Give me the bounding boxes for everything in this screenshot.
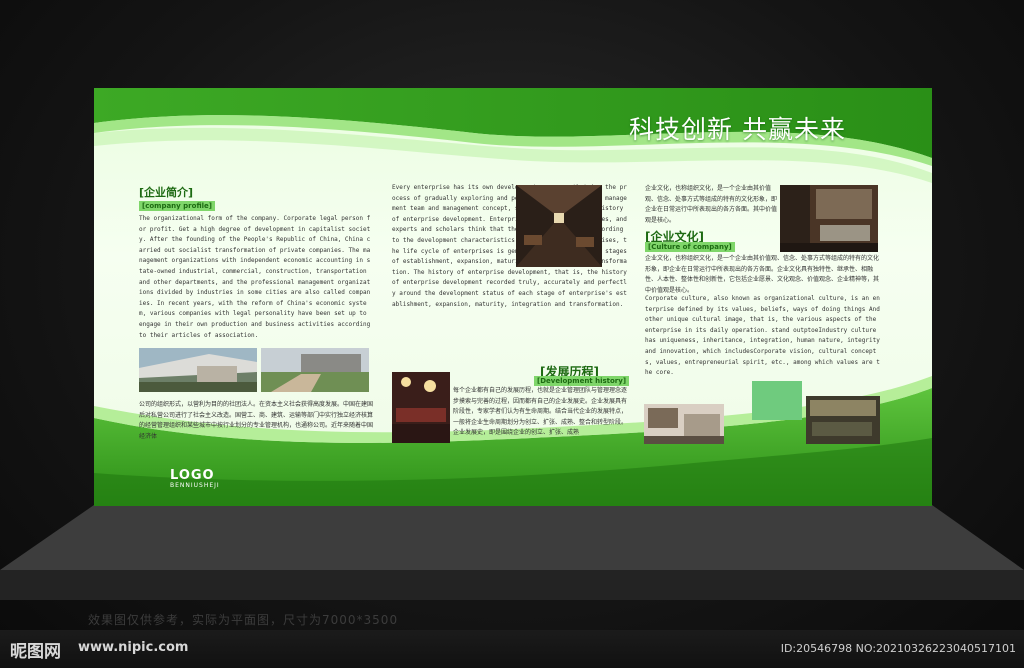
history-chinese-text: 每个企业都有自己的发展历程，也就是企业管理团队与管理理念逐步摸索与完善的过程，因… [453, 387, 628, 437]
profile-english-text: The organizational form of the company. … [139, 215, 374, 339]
logo-sub-text: BENNIUSHEJI [170, 482, 220, 489]
green-placeholder-block [752, 381, 802, 420]
building-photo-1 [139, 348, 257, 392]
profile-chinese-text: 公司的组织形式，以营利为目的的社团法人。在资本主义社会获得高度发展。中国在建国后… [139, 401, 374, 440]
exhibition-board: 科技创新 共赢未来 [企业简介] [company profile] The o… [94, 88, 932, 506]
profile-subtitle: [company profile] [139, 201, 215, 211]
corridor-photo [516, 185, 602, 267]
company-logo: LOGO BENNIUSHEJI [170, 468, 220, 489]
development-english-text-top: Every enterprise has its own development… [392, 183, 627, 310]
culture-subtitle: [Culture of company] [645, 242, 735, 252]
history-subtitle: [Development history] [534, 376, 630, 386]
watermark-brand: 昵图网 [10, 642, 61, 662]
office-photo-1 [644, 404, 724, 444]
profile-title: [企业简介] [139, 186, 194, 199]
restaurant-photo [392, 372, 450, 443]
culture-chinese-top: 企业文化，也称组织文化，是一个企业由其价值观、信念、处事方式等组成的特有的文化形… [645, 185, 778, 224]
stage-floor [0, 505, 1024, 600]
building-photo-2 [261, 348, 369, 392]
interior-photo [780, 185, 878, 252]
image-id-text: ID:20546798 NO:20210326223040517101 [780, 642, 1016, 655]
culture-english-text: Corporate culture, also known as organiz… [645, 295, 884, 377]
office-photo-2 [806, 396, 880, 444]
preview-caption: 效果图仅供参考，实际为平面图，尺寸为7000*3500 [88, 613, 399, 627]
watermark-url: www.nipic.com [78, 640, 189, 655]
culture-chinese-mid: 企业文化，也称组织文化，是一个企业由其价值观、信念、处事方式等组成的特有的文化形… [645, 255, 880, 294]
board-slogan: 科技创新 共赢未来 [629, 115, 846, 144]
logo-main-text: LOGO [170, 468, 215, 483]
